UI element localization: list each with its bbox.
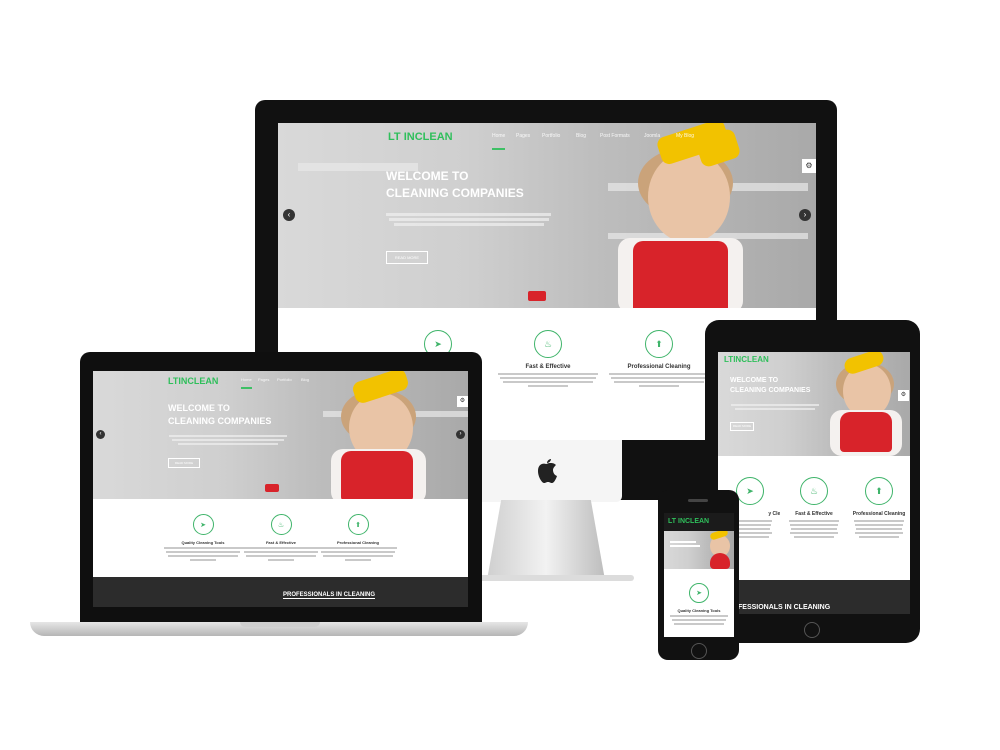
nav-joomla[interactable]: Joomla (644, 133, 660, 139)
tablet-feature-2: ♨ Fast & Effective (784, 477, 844, 540)
spray-bottle-icon: ♨ (800, 477, 828, 505)
feature-title: Fast & Effective (795, 511, 833, 517)
phone-screen: LT INCLEAN ➤ Quality Cleaning Tools (664, 513, 734, 637)
logo[interactable]: LT INCLEAN (668, 518, 709, 525)
hero-title-line2: CLEANING COMPANIES (168, 416, 272, 427)
phone-hero (664, 531, 734, 569)
feature-text (493, 373, 603, 387)
nav-portfolio[interactable]: Portfolio (277, 377, 292, 382)
spray-bottle-icon: ♨ (534, 330, 562, 358)
slider-prev-button[interactable]: ‹ (96, 430, 105, 439)
feature-text (604, 373, 714, 387)
tablet-home-button (804, 622, 820, 638)
feature-text (664, 615, 734, 625)
gear-icon[interactable]: ⚙ (802, 159, 816, 173)
logo[interactable]: LTINCLEAN (724, 355, 769, 364)
paper-plane-icon: ➤ (736, 477, 764, 505)
feature-title: Quality Cleaning Tools (677, 608, 721, 613)
hero-title: WELCOME TO CLEANING COMPANIES (730, 376, 810, 396)
hero-title-line2: CLEANING COMPANIES (730, 387, 811, 395)
logo-lt: LT (168, 376, 179, 386)
hero-title-line1: WELCOME TO (168, 403, 230, 413)
laptop-screen: LTINCLEAN Home Pages Portfolio Blog WELC… (93, 371, 468, 607)
bucket-icon: ⬆ (347, 514, 369, 535)
logo-name: INCLEAN (178, 376, 219, 386)
phone-feature-1: ➤ Quality Cleaning Tools (664, 583, 734, 627)
imac-feature-3: ⬆ Professional Cleaning (604, 330, 714, 389)
feature-text (158, 547, 248, 561)
imac-feature-2: ♨ Fast & Effective (493, 330, 603, 389)
hero-text (386, 211, 551, 228)
paper-plane-icon: ➤ (689, 583, 709, 603)
apple-logo-icon (533, 455, 559, 485)
nav-blog[interactable]: Blog (301, 377, 309, 382)
hero-title: WELCOME TO CLEANING COMPANIES (386, 168, 524, 203)
feature-title: Professional Cleaning (852, 511, 906, 517)
hero-title: WELCOME TO CLEANING COMPANIES (168, 402, 271, 428)
tablet-feature-3: ⬆ Professional Cleaning (848, 477, 910, 540)
gear-icon[interactable]: ⚙ (457, 396, 468, 407)
logo[interactable]: LTINCLEAN (168, 376, 218, 386)
logo-name: INCLEAN (403, 131, 453, 143)
phone-speaker (688, 499, 708, 502)
laptop-notch (240, 622, 320, 627)
spray-bottle-icon: ♨ (270, 514, 292, 535)
nav-post-formats[interactable]: Post Formats (600, 133, 630, 139)
nav-pages[interactable]: Pages (258, 377, 269, 382)
laptop-hero: LTINCLEAN Home Pages Portfolio Blog WELC… (93, 371, 468, 499)
nav-blog[interactable]: Blog (576, 133, 586, 139)
logo[interactable]: LT INCLEAN (388, 131, 453, 143)
imac-hero: LT INCLEAN Home Pages Portfolio Blog Pos… (278, 123, 816, 308)
gear-icon[interactable]: ⚙ (898, 390, 909, 401)
professionals-band: PROFESSIONALS IN CLEANING (93, 577, 468, 607)
nav-home[interactable]: Home (492, 133, 506, 150)
professionals-band: FESSIONALS IN CLEANING (718, 580, 910, 614)
imac-stand (487, 500, 605, 580)
feature-title: Professional Cleaning (336, 540, 379, 545)
tablet-hero: LTINCLEAN WELCOME TO CLEANING COMPANIES … (718, 352, 910, 456)
hero-text (168, 433, 288, 447)
read-more-button[interactable]: READ MORE (730, 422, 754, 431)
hero-text (730, 402, 820, 412)
hero-title (670, 539, 700, 549)
logo-lt: LT (388, 131, 401, 143)
logo-name: INCLEAN (678, 518, 710, 525)
hero-title-line2: CLEANING COMPANIES (386, 186, 524, 201)
bucket-icon: ⬆ (645, 330, 673, 358)
feature-text (848, 520, 910, 538)
tablet-screen: LTINCLEAN WELCOME TO CLEANING COMPANIES … (718, 352, 910, 614)
logo-name: INCLEAN (733, 355, 769, 364)
slider-prev-button[interactable]: ‹ (283, 209, 295, 221)
logo-lt: LT (724, 355, 734, 364)
hero-title-line1: WELCOME TO (730, 377, 779, 384)
hero-title-line1: WELCOME TO (386, 169, 469, 183)
paper-plane-icon: ➤ (192, 514, 214, 535)
feature-text (313, 547, 403, 561)
read-more-button[interactable]: READ MORE (168, 458, 200, 468)
nav-pages[interactable]: Pages (516, 133, 530, 139)
nav-my-blog[interactable]: My Blog (676, 133, 694, 139)
imac-stand-base (478, 575, 634, 581)
feature-text (784, 520, 844, 538)
feature-title: Quality Cleaning Tools (181, 540, 225, 545)
logo-lt: LT (668, 518, 677, 525)
slider-next-button[interactable]: › (799, 209, 811, 221)
nav-home[interactable]: Home (241, 377, 252, 389)
phone-home-button (691, 643, 707, 659)
feature-title: Professional Cleaning (627, 364, 691, 370)
bucket-icon: ⬆ (865, 477, 893, 505)
band-title: PROFESSIONALS IN CLEANING (283, 592, 376, 599)
laptop-feature-1: ➤ Quality Cleaning Tools (158, 514, 248, 563)
laptop-feature-3: ⬆ Professional Cleaning (313, 514, 403, 563)
slider-next-button[interactable]: › (456, 430, 465, 439)
feature-title: Fast & Effective (525, 364, 571, 370)
band-title: FESSIONALS IN CLEANING (738, 604, 831, 611)
read-more-button[interactable]: READ MORE (386, 251, 428, 264)
phone-nav: LT INCLEAN (664, 513, 734, 531)
nav-portfolio[interactable]: Portfolio (542, 133, 560, 139)
